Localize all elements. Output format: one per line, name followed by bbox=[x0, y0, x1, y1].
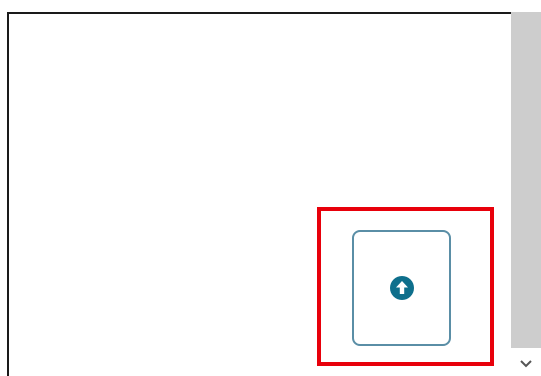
arrow-up-circle-icon bbox=[390, 276, 414, 300]
vertical-scrollbar[interactable] bbox=[511, 12, 541, 376]
chevron-down-icon[interactable] bbox=[518, 356, 534, 372]
upload-button[interactable] bbox=[352, 230, 451, 346]
viewport bbox=[0, 0, 541, 376]
